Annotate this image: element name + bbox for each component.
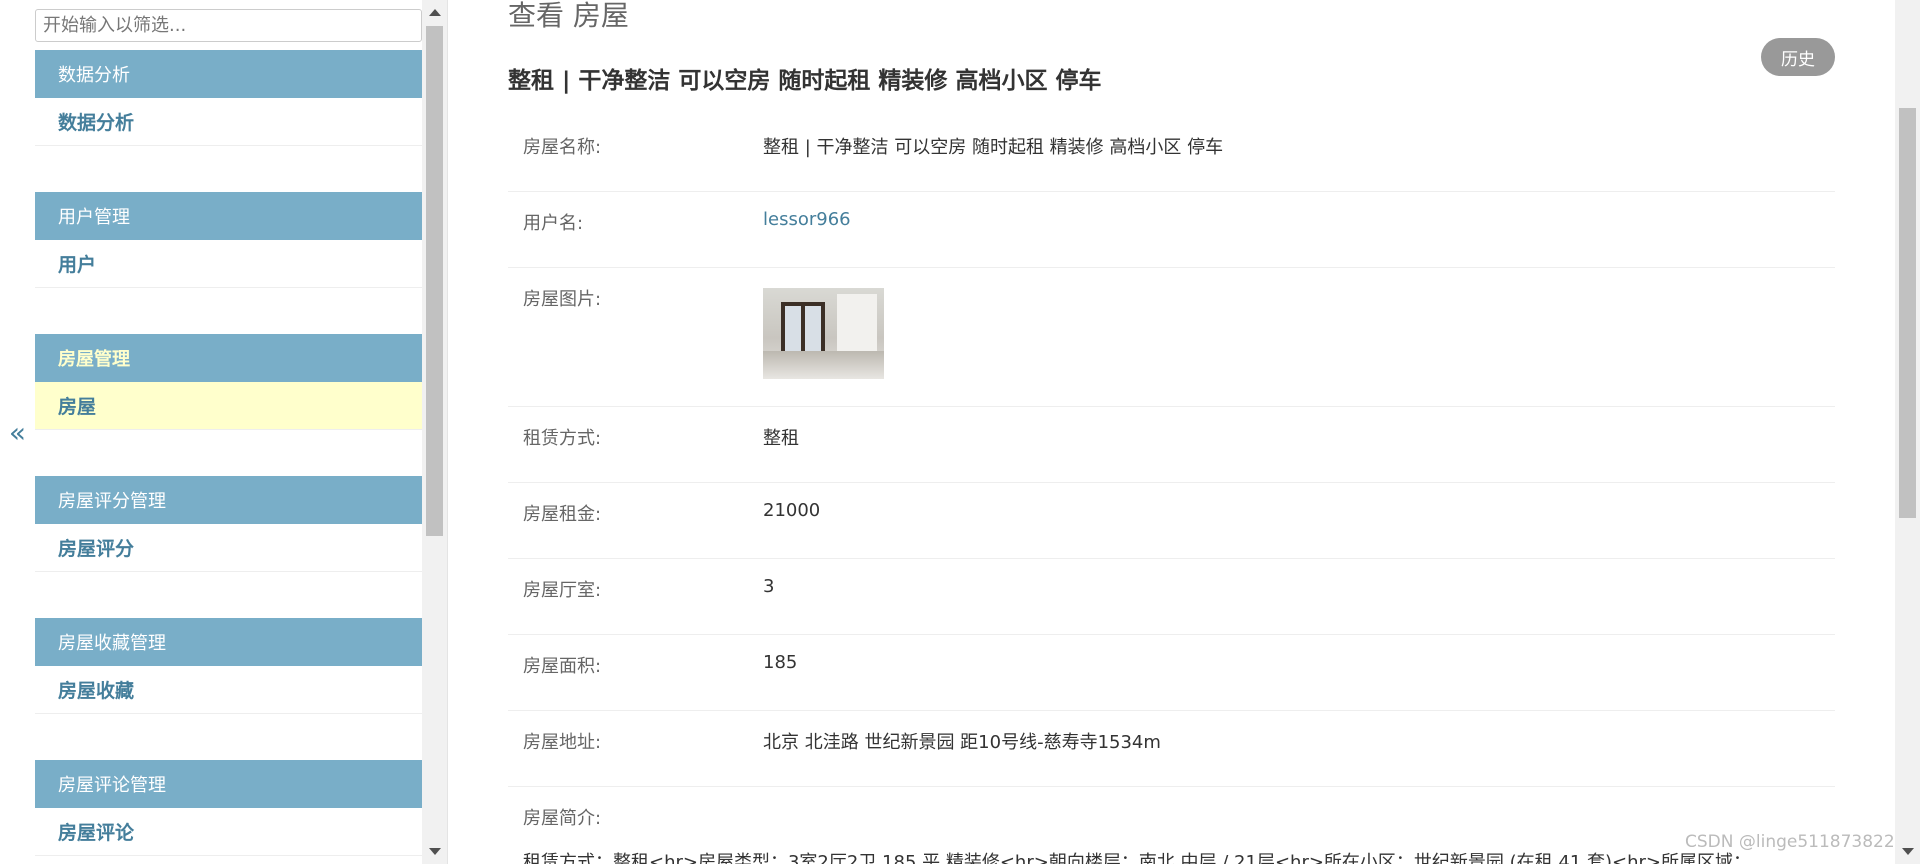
field-value: lessor966 [763, 192, 851, 267]
module-header[interactable]: 房屋评分管理 [35, 476, 422, 524]
field-row-address: 房屋地址: 北京 北洼路 世纪新景园 距10号线-慈寿寺1534m [508, 711, 1835, 787]
page-title: 查看 房屋 [508, 0, 629, 32]
module-user-management: 用户管理 用户 [35, 192, 422, 288]
nav-filter-input[interactable] [35, 9, 422, 42]
module-header[interactable]: 房屋管理 [35, 334, 422, 382]
sidebar-collapse-toggle[interactable]: « [0, 0, 35, 864]
sidebar-item-houses[interactable]: 房屋 [35, 382, 422, 430]
field-row-house-name: 房屋名称: 整租 | 干净整洁 可以空房 随时起租 精装修 高档小区 停车 [508, 116, 1835, 192]
nav-sidebar: 数据分析 数据分析 用户管理 用户 房屋管理 房屋 房屋评分管理 房屋评分 房屋… [35, 0, 422, 864]
sidebar-item-data-analysis[interactable]: 数据分析 [35, 98, 422, 146]
thumbnail-floor-shape [763, 351, 884, 379]
sidebar-item-users[interactable]: 用户 [35, 240, 422, 288]
module-data-analysis: 数据分析 数据分析 [35, 50, 422, 146]
field-row-rental-type: 租赁方式: 整租 [508, 407, 1835, 483]
watermark: CSDN @linge511873822 [1685, 832, 1895, 852]
sidebar-item-house-comments[interactable]: 房屋评论 [35, 808, 422, 856]
sidebar-scrollbar[interactable] [422, 0, 447, 864]
field-value: 21000 [763, 500, 821, 521]
field-row-rooms: 房屋厅室: 3 [508, 559, 1835, 635]
scroll-down-arrow-icon[interactable] [1902, 848, 1914, 855]
module-house-favorite-management: 房屋收藏管理 房屋收藏 [35, 618, 422, 714]
user-link[interactable]: lessor966 [763, 209, 851, 230]
page-scrollbar[interactable] [1895, 0, 1920, 864]
module-house-rating-management: 房屋评分管理 房屋评分 [35, 476, 422, 572]
field-row-username: 用户名: lessor966 [508, 192, 1835, 268]
module-header[interactable]: 房屋收藏管理 [35, 618, 422, 666]
thumbnail-pane [805, 306, 821, 356]
module-header[interactable]: 房屋评论管理 [35, 760, 422, 808]
field-row-house-image: 房屋图片: [508, 268, 1835, 407]
scroll-up-arrow-icon[interactable] [429, 9, 441, 16]
scrollbar-thumb[interactable] [1899, 108, 1916, 518]
sidebar-item-house-ratings[interactable]: 房屋评分 [35, 524, 422, 572]
history-button[interactable]: 历史 [1761, 38, 1835, 76]
field-row-area: 房屋面积: 185 [508, 635, 1835, 711]
object-heading: 整租 | 干净整洁 可以空房 随时起租 精装修 高档小区 停车 [508, 68, 1102, 94]
field-value: 整租 | 干净整洁 可以空房 随时起租 精装修 高档小区 停车 [763, 137, 1224, 158]
description-text: 租赁方式：整租<hr>房屋类型：3室2厅2卫 185 平 精装修<hr>朝向楼层… [523, 852, 1752, 864]
field-label: 房屋地址: [523, 732, 602, 753]
house-photo-thumbnail[interactable] [763, 288, 884, 379]
module-house-comment-management: 房屋评论管理 房屋评论 [35, 760, 422, 856]
thumbnail-pane [785, 306, 801, 356]
sidebar-item-house-favorites[interactable]: 房屋收藏 [35, 666, 422, 714]
module-header[interactable]: 用户管理 [35, 192, 422, 240]
thumbnail-wall-shape [837, 294, 877, 358]
field-label: 房屋租金: [523, 504, 602, 525]
field-value: 185 [763, 652, 798, 673]
scrollbar-thumb[interactable] [426, 26, 443, 536]
field-label: 房屋厅室: [523, 580, 602, 601]
scroll-down-arrow-icon[interactable] [429, 848, 441, 855]
field-value: 3 [763, 576, 775, 597]
field-value: 整租 [763, 428, 799, 449]
field-label: 租赁方式: [523, 428, 602, 449]
module-house-management: 房屋管理 房屋 [35, 334, 422, 430]
field-label: 房屋面积: [523, 656, 602, 677]
main-content: 查看 房屋 历史 整租 | 干净整洁 可以空房 随时起租 精装修 高档小区 停车… [448, 0, 1895, 864]
module-header[interactable]: 数据分析 [35, 50, 422, 98]
field-row-rent: 房屋租金: 21000 [508, 483, 1835, 559]
double-chevron-left-icon: « [8, 415, 27, 449]
field-label: 房屋名称: [523, 137, 602, 158]
field-value: 北京 北洼路 世纪新景园 距10号线-慈寿寺1534m [763, 732, 1161, 753]
field-label: 房屋图片: [523, 289, 602, 310]
field-label: 用户名: [523, 213, 584, 234]
field-value [763, 268, 884, 406]
detail-field-list: 房屋名称: 整租 | 干净整洁 可以空房 随时起租 精装修 高档小区 停车 用户… [508, 116, 1835, 864]
